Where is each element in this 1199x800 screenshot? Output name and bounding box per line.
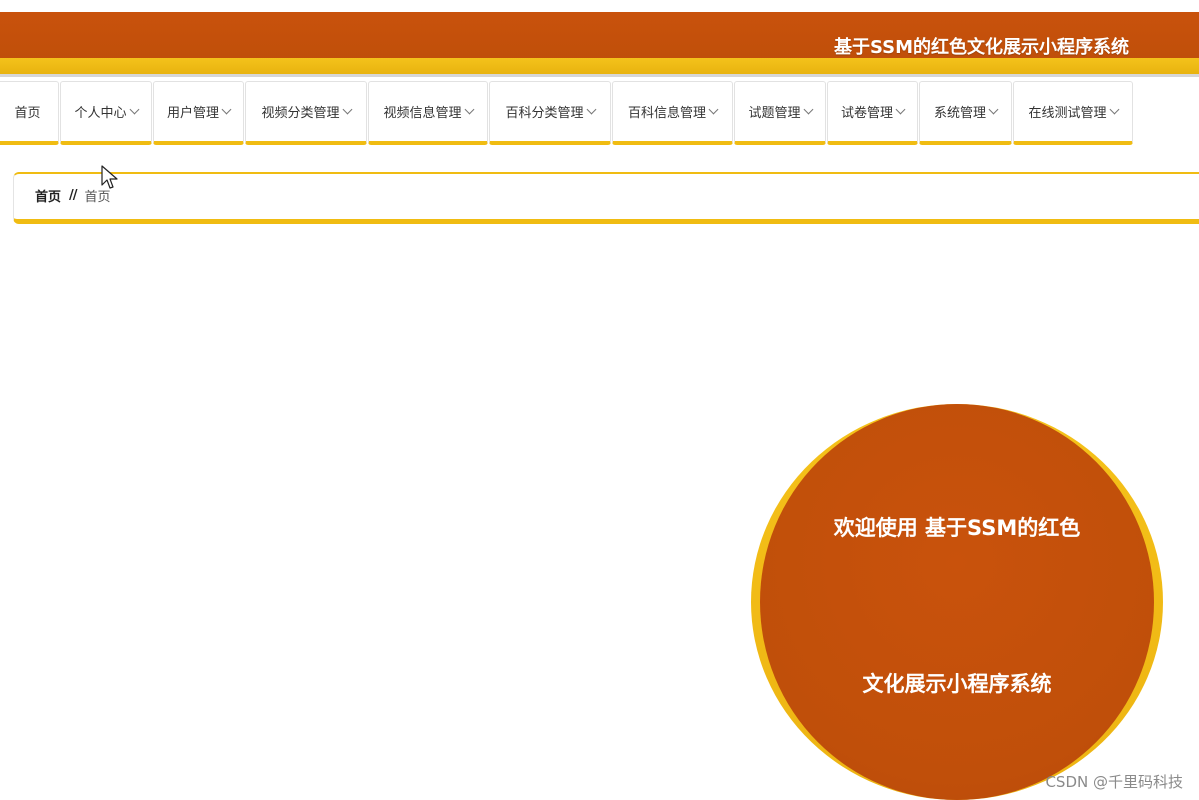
- welcome-text-line-1: 欢迎使用 基于SSM的红色: [833, 516, 1081, 540]
- welcome-badge: 欢迎使用 基于SSM的红色 文化展示小程序系统: [751, 404, 1163, 800]
- nav-item-encyclopedia-info-management[interactable]: 百科信息管理: [612, 81, 733, 145]
- chevron-down-icon: [988, 104, 999, 115]
- nav-item-user-management[interactable]: 用户管理: [153, 81, 244, 145]
- chevron-down-icon: [895, 104, 906, 115]
- nav-item-label: 首页: [14, 106, 41, 121]
- chevron-down-icon: [221, 104, 232, 115]
- nav-item-label: 在线测试管理: [1028, 106, 1107, 121]
- nav-item-label: 视频信息管理: [383, 106, 462, 121]
- chevron-down-icon: [803, 104, 813, 115]
- nav-item-video-category-management[interactable]: 视频分类管理: [245, 81, 367, 145]
- chevron-down-icon: [708, 104, 719, 115]
- breadcrumb-bar: 首页 // 首页: [13, 172, 1199, 224]
- nav-item-system-management[interactable]: 系统管理: [919, 81, 1012, 145]
- mouse-cursor-icon: [101, 165, 118, 189]
- nav-item-label: 百科分类管理: [505, 106, 584, 121]
- chevron-down-icon: [464, 104, 474, 115]
- welcome-badge-inner: 欢迎使用 基于SSM的红色 文化展示小程序系统: [760, 404, 1154, 800]
- nav-item-personal-center[interactable]: 个人中心: [60, 81, 152, 145]
- nav-item-home[interactable]: 首页: [0, 81, 59, 145]
- nav-item-online-test-management[interactable]: 在线测试管理: [1013, 81, 1133, 145]
- nav-item-label: 个人中心: [74, 106, 127, 121]
- nav-item-encyclopedia-category-management[interactable]: 百科分类管理: [489, 81, 611, 145]
- breadcrumb-home-link[interactable]: 首页: [35, 186, 61, 205]
- app-title: 基于SSM的红色文化展示小程序系统: [833, 37, 1129, 58]
- nav-item-label: 视频分类管理: [261, 106, 340, 121]
- nav-item-question-management[interactable]: 试题管理: [734, 81, 826, 145]
- welcome-text-line-2: 文化展示小程序系统: [862, 672, 1052, 696]
- header-accent-bar: [0, 58, 1199, 74]
- nav-item-label: 试卷管理: [840, 106, 893, 121]
- nav-item-label: 用户管理: [166, 106, 219, 121]
- chevron-down-icon: [1109, 104, 1119, 115]
- watermark: CSDN @千里码科技: [1045, 773, 1183, 791]
- app-header: 基于SSM的红色文化展示小程序系统: [0, 12, 1199, 58]
- nav-item-label: 试题管理: [748, 106, 801, 121]
- nav-item-exam-paper-management[interactable]: 试卷管理: [827, 81, 918, 145]
- chevron-down-icon: [129, 104, 139, 115]
- nav-item-video-info-management[interactable]: 视频信息管理: [368, 81, 488, 145]
- breadcrumb-separator: //: [69, 188, 77, 203]
- chevron-down-icon: [342, 104, 352, 115]
- header-divider: [0, 74, 1199, 77]
- admin-page: 基于SSM的红色文化展示小程序系统 首页 个人中心 用户管理 视频分类管理 视频…: [0, 0, 1199, 800]
- nav-item-label: 百科信息管理: [627, 106, 706, 121]
- nav-item-label: 系统管理: [933, 106, 986, 121]
- chevron-down-icon: [586, 104, 596, 115]
